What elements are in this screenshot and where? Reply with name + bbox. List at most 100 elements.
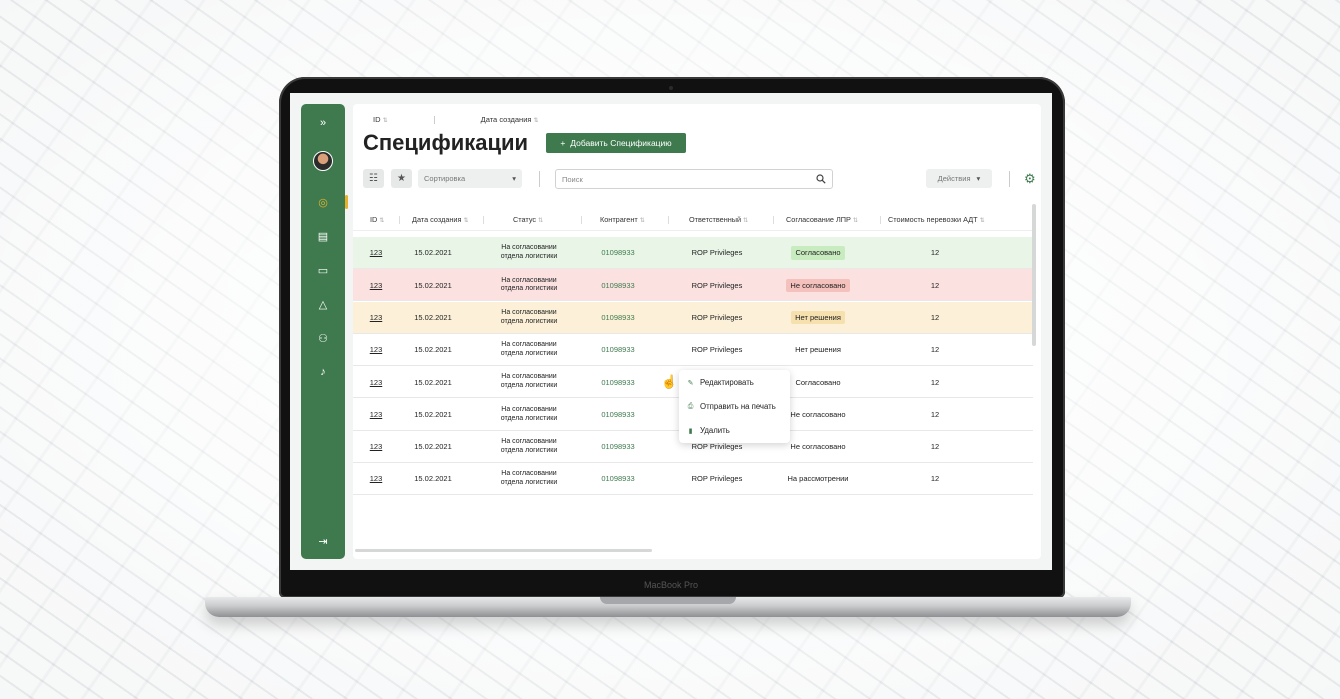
table-row[interactable]: 123 15.02.2021 На согласовании отдела логис… — [353, 237, 1033, 269]
divider — [581, 216, 582, 224]
vertical-scrollbar[interactable] — [1032, 204, 1036, 346]
cell-contractor[interactable]: 01098933 — [593, 431, 643, 463]
divider — [773, 216, 774, 224]
search-input[interactable]: Поиск — [555, 169, 833, 189]
search-placeholder: Поиск — [562, 174, 583, 184]
header-status[interactable]: Статус ⇅ — [513, 215, 543, 224]
user-icon[interactable]: ⚇ — [301, 327, 345, 349]
status-badge: Согласовано — [795, 377, 841, 387]
sidebar: » ◎ ▤ ▭ △ ⚇ ♪ ⇥ — [301, 104, 348, 559]
cell-responsible: ROP Privileges — [691, 312, 743, 322]
header-contractor[interactable]: Контрагент ⇅ — [600, 215, 645, 224]
sort-arrows-icon: ⇅ — [379, 218, 385, 224]
cell-contractor[interactable]: 01098933 — [593, 334, 643, 366]
header-id[interactable]: ID ⇅ — [370, 215, 384, 224]
add-specification-button[interactable]: + Добавить Спецификацию — [546, 133, 686, 153]
top-sort-bar: ID ⇅ Дата создания ⇅ — [373, 115, 539, 124]
cell-contractor[interactable]: 01098933 — [593, 463, 643, 495]
cell-contractor[interactable]: 01098933 — [593, 302, 643, 334]
warning-icon[interactable]: △ — [301, 293, 345, 315]
actions-select[interactable]: Действия ▾ — [926, 169, 992, 188]
print-menu-item[interactable]: ⎙ Отправить на печать — [687, 402, 776, 411]
actions-label: Действия — [937, 174, 971, 183]
cell-contractor[interactable]: 01098933 — [593, 399, 643, 431]
expand-sidebar-icon[interactable]: » — [301, 112, 345, 134]
gear-icon[interactable]: ⚙ — [1024, 171, 1036, 187]
table-row[interactable]: 123 15.02.2021 На согласовании отдела логис… — [353, 269, 1033, 302]
divider — [483, 216, 484, 224]
table-header: ID ⇅ Дата создания ⇅ Статус ⇅ Контрагент ⇅ О… — [353, 209, 1033, 231]
divider — [668, 216, 669, 224]
cell-status: На согласовании отдела логистики — [500, 244, 558, 260]
cell-status: На согласовании отдела логистики — [500, 276, 558, 293]
cell-cost: 12 — [930, 377, 940, 387]
cell-date: 15.02.2021 — [414, 377, 452, 387]
cell-id[interactable]: 123 — [361, 431, 391, 463]
cell-date: 15.02.2021 — [414, 280, 452, 290]
horizontal-scrollbar[interactable] — [355, 549, 652, 552]
status-badge: Не согласовано — [790, 409, 846, 419]
printer-icon: ⎙ — [687, 402, 694, 410]
status-badge: Не согласовано — [790, 442, 846, 452]
laptop-notch — [600, 597, 736, 604]
cell-lpr: Нет решения — [778, 334, 858, 366]
cell-responsible: ROP Privileges — [691, 280, 743, 290]
header-lpr[interactable]: Согласование ЛПР ⇅ — [786, 215, 858, 224]
delete-menu-item[interactable]: ▮ Удалить — [687, 426, 730, 435]
cell-contractor[interactable]: 01098933 — [593, 237, 643, 269]
cell-id[interactable]: 123 — [361, 463, 391, 495]
filter-button[interactable]: ☷ — [363, 169, 384, 188]
cell-status: На согласовании отдела логистики — [500, 438, 558, 454]
cell-contractor[interactable]: 01098933 — [593, 269, 643, 301]
page-title: Спецификации — [363, 130, 529, 155]
cell-lpr: Не согласовано — [778, 269, 858, 301]
sort-arrows-icon: ⇅ — [639, 218, 645, 224]
cell-cost: 12 — [930, 442, 940, 452]
cell-cost: 12 — [930, 409, 940, 419]
avatar[interactable] — [313, 151, 333, 171]
document-icon[interactable]: ▤ — [301, 225, 345, 247]
sort-arrows-icon: ⇅ — [538, 218, 544, 224]
edit-menu-item[interactable]: ✎ Редактировать — [687, 378, 754, 387]
cell-id[interactable]: 123 — [361, 334, 391, 366]
sort-id[interactable]: ID ⇅ — [373, 115, 388, 124]
sort-arrows-icon: ⇅ — [463, 218, 469, 224]
divider — [1009, 171, 1010, 187]
cell-id[interactable]: 123 — [361, 237, 391, 269]
cell-date: 15.02.2021 — [414, 248, 452, 258]
sort-arrows-icon: ⇅ — [533, 118, 539, 124]
sort-select[interactable]: Сортировка ▾ — [418, 169, 522, 188]
table-row[interactable]: 123 15.02.2021 На согласовании отдела логис… — [353, 301, 1033, 334]
cell-id[interactable]: 123 — [361, 269, 391, 301]
chevron-down-icon: ▾ — [512, 174, 516, 183]
add-button-label: Добавить Спецификацию — [570, 138, 672, 148]
cell-date: 15.02.2021 — [414, 474, 452, 484]
cell-contractor[interactable]: 01098933 — [593, 366, 643, 398]
header-date[interactable]: Дата создания ⇅ — [412, 215, 468, 224]
cell-date: 15.02.2021 — [414, 312, 452, 322]
divider — [880, 216, 881, 224]
hand-cursor-icon: ☝ — [661, 374, 678, 389]
bell-icon[interactable]: ♪ — [301, 361, 345, 383]
sort-arrows-icon: ⇅ — [852, 218, 858, 224]
cell-id[interactable]: 123 — [361, 366, 391, 398]
favorites-button[interactable]: ★ — [391, 169, 412, 188]
briefcase-icon[interactable]: ▭ — [301, 259, 345, 281]
compass-icon[interactable]: ◎ — [301, 191, 348, 213]
cell-cost: 12 — [930, 474, 940, 484]
table-row[interactable]: 123 15.02.2021 На согласовании отдела логис… — [353, 463, 1033, 496]
table-row[interactable]: 123 15.02.2021 На согласовании отдела логис… — [353, 333, 1033, 366]
cell-lpr: На рассмотрении — [778, 463, 858, 495]
header-responsible[interactable]: Ответственный ⇅ — [689, 215, 748, 224]
cell-id[interactable]: 123 — [361, 302, 391, 334]
logout-icon[interactable]: ⇥ — [301, 530, 345, 552]
divider — [539, 171, 540, 187]
cell-id[interactable]: 123 — [361, 399, 391, 431]
cell-status: На согласовании отдела логистики — [500, 470, 558, 487]
sort-date[interactable]: Дата создания ⇅ — [481, 115, 539, 124]
header-cost[interactable]: Стоимость перевозки АДТ ⇅ — [888, 215, 985, 224]
cell-status: На согласовании отдела логистики — [500, 341, 558, 357]
status-badge: Не согласовано — [786, 278, 850, 292]
cell-date: 15.02.2021 — [414, 442, 452, 452]
cell-responsible: ROP Privileges — [691, 345, 743, 355]
